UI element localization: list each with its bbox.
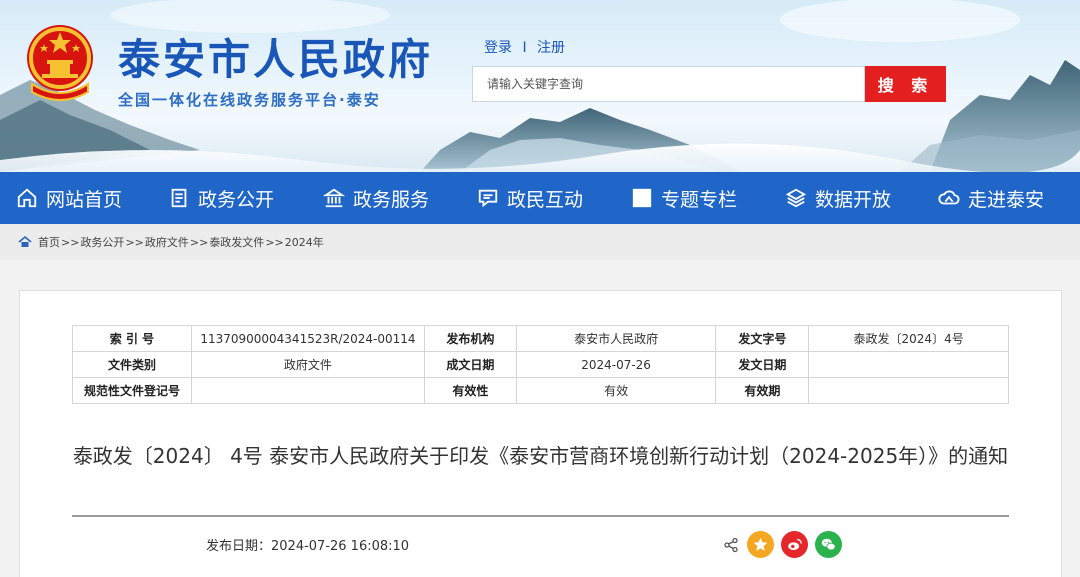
document-meta-table: 索 引 号 11370900004341523R/2024-00114 发布机构… xyxy=(72,325,1009,404)
favorite-button[interactable] xyxy=(747,531,774,558)
breadcrumb-item-taizhengfa-documents[interactable]: 泰政发文件 xyxy=(209,234,264,250)
nav-item-special-topics[interactable]: 专题专栏 xyxy=(631,172,737,224)
site-title: 泰安市人民政府 xyxy=(118,35,434,84)
national-emblem-icon xyxy=(27,25,93,101)
link-separator: I xyxy=(522,40,527,56)
valid-until-value xyxy=(808,377,1009,404)
validity-label: 有效性 xyxy=(423,377,517,404)
home-location-icon xyxy=(18,235,32,247)
breadcrumb-item-home[interactable]: 首页 xyxy=(38,234,60,250)
table-row: 规范性文件登记号 有效性 有效 有效期 xyxy=(72,377,1009,404)
wechat-icon xyxy=(821,538,836,551)
nav-item-label: 专题专栏 xyxy=(661,188,738,211)
breadcrumb-separator: >> xyxy=(125,235,144,249)
chat-icon xyxy=(478,189,498,208)
breadcrumb-separator: >> xyxy=(61,235,80,249)
registration-number-label: 规范性文件登记号 xyxy=(72,377,192,404)
index-number-value: 11370900004341523R/2024-00114 xyxy=(190,325,425,352)
nav-item-home[interactable]: 网站首页 xyxy=(16,172,122,224)
breadcrumb-item-government-documents[interactable]: 政府文件 xyxy=(145,234,189,250)
nav-item-label: 网站首页 xyxy=(46,188,123,211)
register-link[interactable]: 注册 xyxy=(537,40,565,56)
search-button[interactable]: 搜 索 xyxy=(865,66,946,102)
main-nav: 网站首页 政务公开 政务服务 政民互动 专题专栏 数据开放 走进泰安 xyxy=(0,172,1080,224)
user-links: 登录 I 注册 xyxy=(484,37,565,57)
login-link[interactable]: 登录 xyxy=(484,40,512,56)
issued-date-value xyxy=(808,351,1009,378)
valid-until-label: 有效期 xyxy=(715,377,810,404)
layers-icon xyxy=(785,188,807,208)
issuer-label: 发布机构 xyxy=(423,325,517,352)
nav-item-open-government[interactable]: 政务公开 xyxy=(168,172,274,224)
nav-item-government-services[interactable]: 政务服务 xyxy=(323,172,429,224)
wechat-share-button[interactable] xyxy=(815,531,842,558)
document-icon xyxy=(171,188,187,208)
home-icon xyxy=(17,188,37,208)
breadcrumb-separator: >> xyxy=(189,235,209,249)
nav-item-open-data[interactable]: 数据开放 xyxy=(785,172,891,224)
document-title: 泰政发〔2024〕 4号 泰安市人民政府关于印发《泰安市营商环境创新行动计划（2… xyxy=(72,444,1009,468)
table-row: 文件类别 政府文件 成文日期 2024-07-26 发文日期 xyxy=(72,351,1009,378)
issued-date-label: 发文日期 xyxy=(715,351,810,378)
nav-item-label: 政民互动 xyxy=(507,188,584,211)
created-date-value: 2024-07-26 xyxy=(515,351,717,378)
category-value: 政府文件 xyxy=(190,351,425,378)
nav-item-label: 政务服务 xyxy=(353,188,430,211)
title-divider xyxy=(72,515,1009,517)
breadcrumb-item-year[interactable]: 2024年 xyxy=(285,234,324,250)
share-icon[interactable] xyxy=(723,537,739,553)
doc-number-label: 发文字号 xyxy=(715,325,810,352)
search-input[interactable] xyxy=(472,66,865,102)
building-icon xyxy=(323,188,345,208)
weibo-icon xyxy=(788,538,802,551)
grid-icon xyxy=(632,188,652,208)
site-header: 泰安市人民政府 全国一体化在线政务服务平台·泰安 登录 I 注册 搜 索 xyxy=(0,0,1080,172)
issuer-value: 泰安市人民政府 xyxy=(515,325,717,352)
nav-item-label: 数据开放 xyxy=(815,188,892,211)
registration-number-value xyxy=(190,377,425,404)
created-date-label: 成文日期 xyxy=(423,351,517,378)
share-bar xyxy=(723,531,849,558)
nav-item-about-taian[interactable]: 走进泰安 xyxy=(938,172,1044,224)
cloud-mountain-icon xyxy=(938,190,960,205)
category-label: 文件类别 xyxy=(72,351,192,378)
weibo-share-button[interactable] xyxy=(781,531,808,558)
index-number-label: 索 引 号 xyxy=(72,325,192,352)
document-panel: 索 引 号 11370900004341523R/2024-00114 发布机构… xyxy=(19,290,1062,577)
doc-number-value: 泰政发〔2024〕4号 xyxy=(808,325,1009,352)
nav-item-label: 走进泰安 xyxy=(968,188,1045,211)
breadcrumb-item-open-government[interactable]: 政务公开 xyxy=(80,234,124,250)
breadcrumb: 首页 >> 政务公开 >> 政府文件 >> 泰政发文件 >> 2024年 xyxy=(0,224,1080,260)
site-subtitle: 全国一体化在线政务服务平台·泰安 xyxy=(118,91,381,109)
nav-item-label: 政务公开 xyxy=(198,188,275,211)
validity-value: 有效 xyxy=(515,377,717,404)
table-row: 索 引 号 11370900004341523R/2024-00114 发布机构… xyxy=(72,325,1009,352)
nav-item-interaction[interactable]: 政民互动 xyxy=(477,172,583,224)
publish-date: 发布日期：2024-07-26 16:08:10 xyxy=(206,539,410,554)
star-icon xyxy=(753,537,768,551)
breadcrumb-separator: >> xyxy=(265,235,284,249)
